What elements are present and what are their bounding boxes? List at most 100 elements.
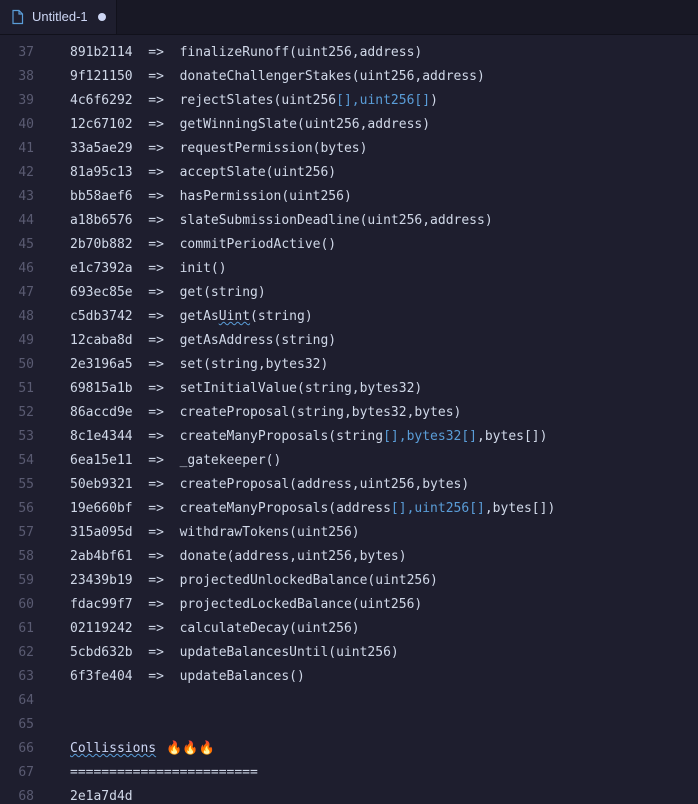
arrow-operator: =>	[148, 309, 164, 324]
arrow-operator: =>	[148, 333, 164, 348]
line-number: 41	[0, 137, 52, 161]
array-type-token: [],uint256[]	[391, 501, 485, 516]
tab-bar: Untitled-1	[0, 0, 698, 35]
function-selector-hash: 12caba8d	[70, 333, 133, 348]
function-signature: createProposal(string,bytes32,bytes)	[180, 405, 462, 420]
line-number: 46	[0, 257, 52, 281]
function-signature: updateBalancesUntil(uint256)	[180, 645, 399, 660]
code-line	[70, 689, 698, 713]
function-signature: ,bytes[])	[477, 429, 547, 444]
line-number: 64	[0, 689, 52, 713]
line-number: 45	[0, 233, 52, 257]
function-signature: getAsAddress(string)	[180, 333, 337, 348]
function-selector-hash: 23439b19	[70, 573, 133, 588]
tab-label: Untitled-1	[32, 5, 88, 29]
tab-modified-indicator	[98, 13, 106, 21]
line-number: 48	[0, 305, 52, 329]
code-line: 2e3196a5 => set(string,bytes32)	[70, 353, 698, 377]
code-line: fdac99f7 => projectedLockedBalance(uint2…	[70, 593, 698, 617]
line-number: 59	[0, 569, 52, 593]
arrow-operator: =>	[148, 45, 164, 60]
function-selector-hash: 315a095d	[70, 525, 133, 540]
function-selector-hash: 6ea15e11	[70, 453, 133, 468]
arrow-operator: =>	[148, 549, 164, 564]
code-line: e1c7392a => init()	[70, 257, 698, 281]
function-selector-hash: 86accd9e	[70, 405, 133, 420]
arrow-operator: =>	[148, 285, 164, 300]
code-line: 2e1a7d4d	[70, 785, 698, 804]
function-selector-hash: 6f3fe404	[70, 669, 133, 684]
function-selector-hash: 2e3196a5	[70, 357, 133, 372]
code-line: 50eb9321 => createProposal(address,uint2…	[70, 473, 698, 497]
line-number: 62	[0, 641, 52, 665]
separator-line: ========================	[70, 765, 258, 780]
line-number: 60	[0, 593, 52, 617]
function-signature: setInitialValue(string,bytes32)	[180, 381, 423, 396]
function-signature: acceptSlate(uint256)	[180, 165, 337, 180]
code-line: 9f121150 => donateChallengerStakes(uint2…	[70, 65, 698, 89]
function-signature: set(string,bytes32)	[180, 357, 329, 372]
function-signature: )	[430, 93, 438, 108]
line-number: 58	[0, 545, 52, 569]
collision-hash: 2e1a7d4d	[70, 789, 133, 804]
code-line: Collissions🔥🔥🔥	[70, 737, 698, 761]
code-line: 891b2114 => finalizeRunoff(uint256,addre…	[70, 41, 698, 65]
code-line	[70, 713, 698, 737]
line-number: 51	[0, 377, 52, 401]
arrow-operator: =>	[148, 93, 164, 108]
code-line: 19e660bf => createManyProposals(address[…	[70, 497, 698, 521]
arrow-operator: =>	[148, 645, 164, 660]
code-line: 693ec85e => get(string)	[70, 281, 698, 305]
function-signature: requestPermission(bytes)	[180, 141, 368, 156]
function-selector-hash: 69815a1b	[70, 381, 133, 396]
function-selector-hash: bb58aef6	[70, 189, 133, 204]
function-selector-hash: 4c6f6292	[70, 93, 133, 108]
line-number: 37	[0, 41, 52, 65]
code-line: 69815a1b => setInitialValue(string,bytes…	[70, 377, 698, 401]
code-line: 12caba8d => getAsAddress(string)	[70, 329, 698, 353]
arrow-operator: =>	[148, 381, 164, 396]
tab-untitled[interactable]: Untitled-1	[0, 0, 117, 34]
code-line: 4c6f6292 => rejectSlates(uint256[],uint2…	[70, 89, 698, 113]
arrow-operator: =>	[148, 141, 164, 156]
function-signature: createManyProposals(string	[180, 429, 384, 444]
arrow-operator: =>	[148, 525, 164, 540]
line-number: 66	[0, 737, 52, 761]
code-line: 6ea15e11 => _gatekeeper()	[70, 449, 698, 473]
code-line: 6f3fe404 => updateBalances()	[70, 665, 698, 689]
arrow-operator: =>	[148, 117, 164, 132]
function-signature: (string)	[250, 309, 313, 324]
function-selector-hash: 693ec85e	[70, 285, 133, 300]
arrow-operator: =>	[148, 477, 164, 492]
function-signature: init()	[180, 261, 227, 276]
code-line: 23439b19 => projectedUnlockedBalance(uin…	[70, 569, 698, 593]
code-editor[interactable]: 3738394041424344454647484950515253545556…	[0, 35, 698, 804]
code-line: 2ab4bf61 => donate(address,uint256,bytes…	[70, 545, 698, 569]
function-selector-hash: e1c7392a	[70, 261, 133, 276]
function-selector-hash: 02119242	[70, 621, 133, 636]
code-content[interactable]: 891b2114 => finalizeRunoff(uint256,addre…	[52, 35, 698, 804]
arrow-operator: =>	[148, 213, 164, 228]
line-number: 67	[0, 761, 52, 785]
line-number: 57	[0, 521, 52, 545]
function-selector-hash: 5cbd632b	[70, 645, 133, 660]
function-signature: finalizeRunoff(uint256,address)	[180, 45, 423, 60]
file-icon	[10, 9, 26, 25]
function-selector-hash: fdac99f7	[70, 597, 133, 612]
arrow-operator: =>	[148, 501, 164, 516]
code-line: 315a095d => withdrawTokens(uint256)	[70, 521, 698, 545]
code-line: ========================	[70, 761, 698, 785]
function-signature: get(string)	[180, 285, 266, 300]
code-line: 86accd9e => createProposal(string,bytes3…	[70, 401, 698, 425]
code-line: 2b70b882 => commitPeriodActive()	[70, 233, 698, 257]
function-signature: donate(address,uint256,bytes)	[180, 549, 407, 564]
code-line: a18b6576 => slateSubmissionDeadline(uint…	[70, 209, 698, 233]
code-line: 81a95c13 => acceptSlate(uint256)	[70, 161, 698, 185]
line-number: 43	[0, 185, 52, 209]
function-signature: hasPermission(uint256)	[180, 189, 352, 204]
function-selector-hash: 2b70b882	[70, 237, 133, 252]
function-signature: updateBalances()	[180, 669, 305, 684]
function-signature: rejectSlates(uint256	[180, 93, 337, 108]
array-type-token: [],bytes32[]	[383, 429, 477, 444]
arrow-operator: =>	[148, 357, 164, 372]
